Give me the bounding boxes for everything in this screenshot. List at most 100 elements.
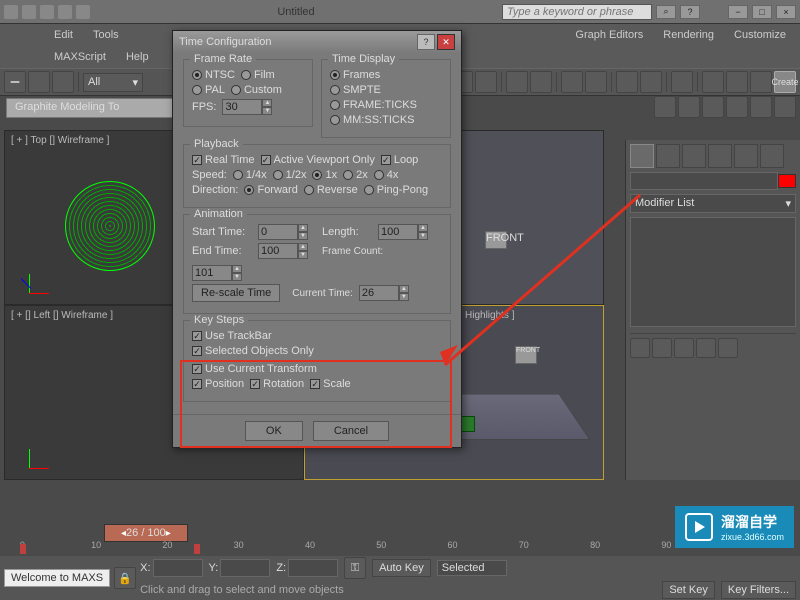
tab-modify-icon[interactable]: [678, 96, 700, 118]
check-selected-only[interactable]: Selected Objects Only: [192, 345, 314, 357]
check-trackbar[interactable]: Use TrackBar: [192, 330, 272, 342]
configure-icon[interactable]: [718, 338, 738, 358]
current-time-spinner[interactable]: ▲▼: [359, 285, 409, 301]
redo-icon[interactable]: [76, 5, 90, 19]
layers-icon[interactable]: [585, 71, 607, 93]
key-mode-dropdown[interactable]: Selected: [437, 560, 507, 576]
check-realtime[interactable]: Real Time: [192, 154, 255, 166]
tab-create-icon[interactable]: [654, 96, 676, 118]
remove-mod-icon[interactable]: [696, 338, 716, 358]
material-icon[interactable]: [671, 71, 693, 93]
viewcube[interactable]: FRONT: [485, 231, 507, 249]
radio-pal[interactable]: PAL: [192, 84, 225, 96]
search-input[interactable]: [502, 4, 652, 20]
undo-icon[interactable]: [58, 5, 72, 19]
radio-speed-12[interactable]: 1/2x: [273, 169, 307, 181]
object-name-input[interactable]: [630, 172, 778, 190]
autokey-button[interactable]: Auto Key: [372, 559, 431, 577]
viewcube[interactable]: FRONT: [515, 346, 537, 364]
pin-stack-icon[interactable]: [630, 338, 650, 358]
radio-frameticks[interactable]: FRAME:TICKS: [330, 99, 417, 111]
cp-tab-icon[interactable]: [682, 144, 706, 168]
setkey-button[interactable]: Set Key: [662, 581, 715, 599]
radio-pingpong[interactable]: Ping-Pong: [364, 184, 428, 196]
menu-customize[interactable]: Customize: [724, 27, 796, 43]
radio-frames[interactable]: Frames: [330, 69, 380, 81]
menu-tools[interactable]: Tools: [83, 27, 129, 43]
length-spinner[interactable]: ▲▼: [378, 224, 428, 240]
graphite-toolbar[interactable]: Graphite Modeling To: [6, 98, 186, 118]
menu-rendering[interactable]: Rendering: [653, 27, 724, 43]
named-sel-icon[interactable]: [506, 71, 528, 93]
check-scale[interactable]: Scale: [310, 378, 351, 390]
check-rotation[interactable]: Rotation: [250, 378, 304, 390]
tab-utilities-icon[interactable]: [774, 96, 796, 118]
radio-forward[interactable]: Forward: [244, 184, 297, 196]
ok-button[interactable]: OK: [245, 421, 303, 441]
radio-speed-4[interactable]: 4x: [374, 169, 399, 181]
coord-x-input[interactable]: [153, 559, 203, 577]
render-icon[interactable]: [750, 71, 772, 93]
cp-tab-icon[interactable]: [708, 144, 732, 168]
menu-graph-editors[interactable]: Graph Editors: [565, 27, 653, 43]
radio-ntsc[interactable]: NTSC: [192, 69, 235, 81]
coord-y-input[interactable]: [220, 559, 270, 577]
check-position[interactable]: Position: [192, 378, 244, 390]
radio-mmss[interactable]: MM:SS:TICKS: [330, 114, 415, 126]
search-go-icon[interactable]: ⌕: [656, 5, 676, 19]
cp-tab-icon[interactable]: [760, 144, 784, 168]
coord-z-input[interactable]: [288, 559, 338, 577]
schematic-icon[interactable]: [640, 71, 662, 93]
object-color-swatch[interactable]: [778, 174, 796, 188]
dialog-titlebar[interactable]: Time Configuration ? ✕: [173, 31, 461, 53]
keyfilters-button[interactable]: Key Filters...: [721, 581, 796, 599]
file-icon[interactable]: [22, 5, 36, 19]
minimize-button[interactable]: −: [728, 5, 748, 19]
render-setup-icon[interactable]: [702, 71, 724, 93]
save-icon[interactable]: [40, 5, 54, 19]
keyframe-marker[interactable]: [20, 544, 26, 554]
maximize-button[interactable]: □: [752, 5, 772, 19]
link-icon[interactable]: [4, 71, 26, 93]
radio-film[interactable]: Film: [241, 69, 275, 81]
radio-smpte[interactable]: SMPTE: [330, 84, 381, 96]
selection-filter-dropdown[interactable]: All▾: [83, 73, 143, 92]
menu-edit[interactable]: Edit: [44, 27, 83, 43]
cp-tab-icon[interactable]: [734, 144, 758, 168]
radio-speed-14[interactable]: 1/4x: [233, 169, 267, 181]
mirror-icon[interactable]: [530, 71, 552, 93]
curve-editor-icon[interactable]: [616, 71, 638, 93]
modifier-list-dropdown[interactable]: Modifier List▾: [630, 194, 796, 213]
check-use-current[interactable]: Use Current Transform: [192, 363, 317, 375]
close-icon[interactable]: ✕: [437, 34, 455, 50]
radio-custom[interactable]: Custom: [231, 84, 282, 96]
key-icon[interactable]: ⚿: [344, 557, 366, 579]
radio-reverse[interactable]: Reverse: [304, 184, 358, 196]
check-activevp[interactable]: Active Viewport Only: [261, 154, 375, 166]
rescale-button[interactable]: Re-scale Time: [192, 284, 280, 302]
keyframe-marker[interactable]: [194, 544, 200, 554]
menu-maxscript[interactable]: MAXScript: [44, 49, 116, 65]
render-frame-icon[interactable]: [726, 71, 748, 93]
check-loop[interactable]: Loop: [381, 154, 418, 166]
menu-help[interactable]: Help: [116, 49, 159, 65]
fps-spinner[interactable]: ▲▼: [222, 99, 272, 115]
show-result-icon[interactable]: [652, 338, 672, 358]
close-button[interactable]: ×: [776, 5, 796, 19]
tab-display-icon[interactable]: [750, 96, 772, 118]
end-time-spinner[interactable]: ▲▼: [258, 243, 308, 259]
radio-speed-2[interactable]: 2x: [343, 169, 368, 181]
unlink-icon[interactable]: [28, 71, 50, 93]
framecount-spinner[interactable]: ▲▼: [192, 265, 242, 281]
tab-hierarchy-icon[interactable]: [702, 96, 724, 118]
modifier-stack[interactable]: [630, 217, 796, 327]
cancel-button[interactable]: Cancel: [313, 421, 389, 441]
bind-icon[interactable]: [52, 71, 74, 93]
help-icon[interactable]: ?: [680, 5, 700, 19]
align-icon[interactable]: [561, 71, 583, 93]
cp-tab-icon[interactable]: [630, 144, 654, 168]
cp-tab-icon[interactable]: [656, 144, 680, 168]
help-icon[interactable]: ?: [417, 34, 435, 50]
make-unique-icon[interactable]: [674, 338, 694, 358]
percent-snap-icon[interactable]: [475, 71, 497, 93]
